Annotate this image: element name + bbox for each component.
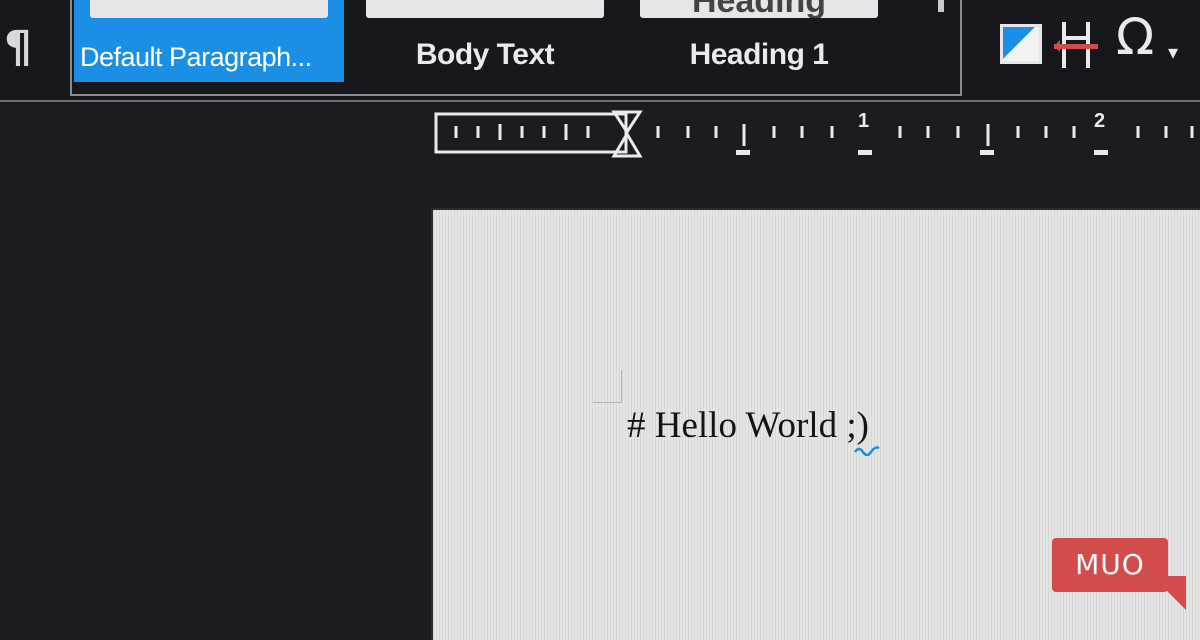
- brand-logo-text: MUO: [1075, 548, 1145, 581]
- styles-gallery: Default Paragraph... Body Text Heading H…: [70, 0, 962, 96]
- ruler-label-2: 2: [1094, 110, 1106, 132]
- pilcrow-icon: ¶: [4, 22, 32, 73]
- style-default-paragraph[interactable]: Default Paragraph...: [74, 0, 344, 82]
- brand-watermark: MUO: [1052, 538, 1186, 610]
- style-label: Body Text: [415, 38, 555, 71]
- style-preview: [366, 0, 604, 18]
- spellcheck-underline: [853, 446, 880, 456]
- style-label: Heading 1: [689, 38, 829, 71]
- image-icon[interactable]: [1000, 24, 1042, 64]
- style-body-text[interactable]: Body Text: [350, 0, 620, 82]
- style-heading-1[interactable]: Heading Heading 1: [624, 0, 894, 82]
- formatting-marks-button[interactable]: ¶: [4, 26, 32, 70]
- chevron-down-icon[interactable]: ▾: [1168, 40, 1178, 65]
- brand-logo-tail: [1152, 576, 1186, 610]
- ruler-label-1: 1: [858, 110, 870, 132]
- page-break-icon[interactable]: [1052, 20, 1104, 70]
- ruler-scale: [434, 110, 1194, 158]
- ribbon-divider: [0, 100, 1200, 102]
- style-label: Default Paragraph...: [80, 42, 312, 72]
- ribbon: ¶ Default Paragraph... Body Text Heading…: [0, 0, 1200, 104]
- horizontal-ruler[interactable]: 1 2: [430, 106, 1200, 162]
- special-character-icon[interactable]: Ω: [1116, 12, 1154, 62]
- style-preview: Heading: [640, 0, 878, 18]
- document-text[interactable]: # Hello World ;): [627, 404, 869, 447]
- gallery-scroll-handle[interactable]: [938, 0, 944, 12]
- style-preview: [90, 0, 328, 18]
- text-boundary-marker: [593, 370, 622, 403]
